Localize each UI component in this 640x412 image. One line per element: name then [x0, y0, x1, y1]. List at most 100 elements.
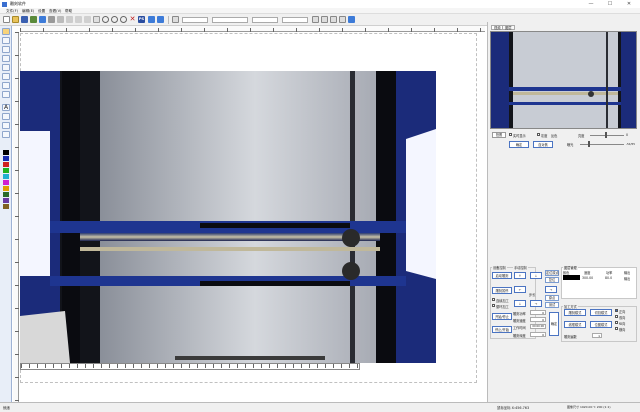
- undo-icon[interactable]: [75, 16, 82, 23]
- zoom-in-icon[interactable]: [102, 16, 109, 23]
- brightness-slider-thumb[interactable]: [605, 132, 607, 138]
- camera-image[interactable]: [20, 71, 436, 363]
- select-tool-icon[interactable]: [2, 28, 10, 35]
- capture-button[interactable]: 拍照: [492, 132, 506, 138]
- bidirectional-checkbox[interactable]: [615, 315, 618, 318]
- brightness-slider[interactable]: [590, 135, 624, 136]
- color-black-swatch[interactable]: [3, 150, 9, 155]
- grayscale-checkbox[interactable]: [537, 133, 540, 136]
- ruler-tick: [229, 364, 230, 368]
- paste-icon[interactable]: [66, 16, 73, 23]
- minimize-button[interactable]: —: [584, 0, 598, 8]
- width-field[interactable]: [252, 17, 278, 23]
- line-tool-icon[interactable]: [2, 46, 10, 53]
- eraser-tool-icon[interactable]: [2, 113, 10, 120]
- color-green-swatch[interactable]: [3, 168, 9, 173]
- set-origin-button[interactable]: 定位原点: [545, 270, 559, 276]
- color-purple-swatch[interactable]: [3, 198, 9, 203]
- depth-field[interactable]: 0: [530, 332, 546, 337]
- ellipse-tool-icon[interactable]: [2, 73, 10, 80]
- outline-mode-button[interactable]: 线框模式: [564, 321, 586, 328]
- color-cyan-swatch[interactable]: [3, 174, 9, 179]
- bitmap-mode-button[interactable]: 位图模式: [590, 321, 612, 328]
- position-y-field[interactable]: [212, 17, 248, 23]
- cut-mode-button[interactable]: 切割模式: [590, 309, 612, 316]
- position-x-field[interactable]: [182, 17, 208, 23]
- text-tool-icon[interactable]: A: [2, 104, 10, 111]
- align-icon[interactable]: [172, 16, 179, 23]
- loop-checkbox[interactable]: [492, 304, 495, 307]
- send-icon[interactable]: [157, 16, 164, 23]
- auto-display-checkbox[interactable]: [509, 133, 512, 136]
- copy-icon[interactable]: [57, 16, 64, 23]
- camera-preview[interactable]: [490, 31, 637, 129]
- color-blue-swatch[interactable]: [3, 156, 9, 161]
- tab-layers[interactable]: 图层: [502, 25, 515, 30]
- mirror-v-icon[interactable]: [330, 16, 337, 23]
- forward-checkbox[interactable]: [615, 309, 618, 312]
- camera-icon[interactable]: [39, 16, 46, 23]
- measure-tool-icon[interactable]: [2, 131, 10, 138]
- carve-mode-button[interactable]: 雕刻模式: [564, 309, 586, 316]
- node-edit-icon[interactable]: [2, 37, 10, 44]
- laser-icon[interactable]: [148, 16, 155, 23]
- exposure-slider[interactable]: [580, 144, 624, 145]
- confirm-button[interactable]: 确定: [509, 141, 529, 148]
- move-downright-button[interactable]: →: [530, 300, 542, 307]
- stop-toggle-button[interactable]: 停止/开始: [492, 326, 512, 333]
- color-magenta-swatch[interactable]: [3, 180, 9, 185]
- layer-output: 输出: [624, 277, 631, 281]
- horizontal-checkbox[interactable]: [615, 327, 618, 330]
- exposure-slider-thumb[interactable]: [588, 141, 590, 147]
- height-field[interactable]: [282, 17, 308, 23]
- color-red-swatch[interactable]: [3, 162, 9, 167]
- ps-icon[interactable]: PS: [138, 16, 145, 23]
- move-right-button[interactable]: →: [545, 286, 557, 293]
- curve-tool-icon[interactable]: [2, 55, 10, 62]
- vertical-checkbox[interactable]: [615, 321, 618, 324]
- zoom-out-icon[interactable]: [111, 16, 118, 23]
- new-file-icon[interactable]: [3, 16, 10, 23]
- center-icon[interactable]: [348, 16, 355, 23]
- redo-icon[interactable]: [84, 16, 91, 23]
- hand-icon[interactable]: [93, 16, 100, 23]
- laser-test-button[interactable]: 测试: [545, 302, 559, 308]
- cut-icon[interactable]: [48, 16, 55, 23]
- pass-count-field[interactable]: 1: [592, 333, 602, 338]
- delete-icon[interactable]: ✕: [129, 16, 136, 23]
- power-field[interactable]: 0: [530, 310, 546, 315]
- ruler-tick: [133, 364, 134, 368]
- zoom-fit-icon[interactable]: [120, 16, 127, 23]
- lock-ratio-icon[interactable]: [312, 16, 319, 23]
- continuous-checkbox[interactable]: [492, 298, 495, 301]
- layer-color-swatch[interactable]: [563, 275, 580, 280]
- import-icon[interactable]: [30, 16, 37, 23]
- open-folder-icon[interactable]: [12, 16, 19, 23]
- rectangle-tool-icon[interactable]: [2, 82, 10, 89]
- status-ready: 就绪: [3, 406, 10, 410]
- rotate-icon[interactable]: [339, 16, 346, 23]
- speed-field[interactable]: 0: [530, 317, 546, 322]
- forward-label: 正向: [619, 310, 626, 314]
- move-up-button[interactable]: ↑: [514, 272, 526, 279]
- reset-button[interactable]: 复位: [545, 277, 559, 283]
- apply-params-button[interactable]: 确定: [549, 312, 559, 336]
- polygon-tool-icon[interactable]: [2, 91, 10, 98]
- move-left-button[interactable]: ←: [514, 286, 526, 293]
- circle-tool-icon[interactable]: [2, 64, 10, 71]
- move-down-button[interactable]: ↓: [530, 272, 542, 279]
- save-icon[interactable]: [21, 16, 28, 23]
- auto-focus-button[interactable]: 自对焦: [533, 141, 553, 148]
- color-orange-swatch[interactable]: [3, 186, 9, 191]
- color-darkgreen-swatch[interactable]: [3, 192, 9, 197]
- maximize-button[interactable]: ☐: [603, 0, 617, 8]
- preview-toggle-button[interactable]: 开始/停止: [492, 313, 512, 320]
- move-downleft-button[interactable]: ↓: [514, 300, 526, 307]
- pen-tool-icon[interactable]: [2, 122, 10, 129]
- color-brown-swatch[interactable]: [3, 204, 9, 209]
- mirror-h-icon[interactable]: [321, 16, 328, 23]
- start-engrave-button[interactable]: 启动雕刻: [492, 272, 512, 279]
- close-button[interactable]: ✕: [622, 0, 636, 8]
- origin-button[interactable]: 原点: [545, 295, 559, 301]
- pause-engrave-button[interactable]: 雕刻暂停: [492, 287, 512, 294]
